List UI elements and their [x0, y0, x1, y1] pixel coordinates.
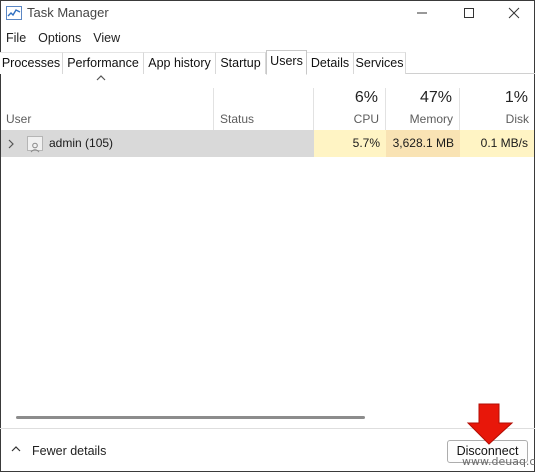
column-user-label: User: [6, 112, 32, 126]
tab-strip: Processes Performance App history Startu…: [0, 50, 535, 75]
table-row[interactable]: admin (105) 5.7% 3,628.1 MB 0.1 MB/s: [1, 130, 534, 157]
minimize-button[interactable]: [400, 0, 444, 26]
menu-file[interactable]: File: [0, 28, 32, 48]
tab-details[interactable]: Details: [307, 52, 354, 74]
column-status-label: Status: [220, 112, 255, 126]
disk-total-percent: 1%: [504, 89, 528, 106]
task-manager-app-icon: [6, 6, 22, 20]
menu-view[interactable]: View: [87, 28, 126, 48]
expand-chevron-icon[interactable]: [7, 139, 15, 149]
cpu-cell: 5.7%: [314, 130, 386, 157]
column-user[interactable]: User: [0, 88, 214, 130]
tab-processes[interactable]: Processes: [0, 52, 63, 74]
chevron-up-icon[interactable]: [10, 445, 22, 453]
tab-users[interactable]: Users: [266, 50, 307, 75]
footer-bar: Fewer details Disconnect: [0, 428, 535, 472]
column-memory-label: Memory: [409, 112, 453, 126]
user-name: admin (105): [49, 136, 114, 150]
maximize-button[interactable]: [447, 0, 491, 26]
memory-cell: 3,628.1 MB: [386, 130, 460, 157]
horizontal-scrollbar[interactable]: [16, 416, 365, 419]
memory-total-percent: 47%: [419, 89, 452, 106]
menu-options[interactable]: Options: [32, 28, 87, 48]
watermark: www.deuaq.com: [462, 455, 535, 468]
column-cpu[interactable]: 6% CPU: [314, 88, 386, 130]
close-button[interactable]: [492, 0, 535, 26]
column-disk-label: Disk: [505, 112, 529, 126]
disk-cell: 0.1 MB/s: [460, 130, 534, 157]
tab-app-history[interactable]: App history: [144, 52, 216, 74]
column-cpu-label: CPU: [353, 112, 379, 126]
tab-services[interactable]: Services: [354, 52, 406, 74]
cpu-total-percent: 6%: [354, 89, 378, 106]
user-cell: admin (105): [1, 130, 314, 157]
minimize-icon: [417, 12, 427, 14]
sort-ascending-icon: [96, 75, 106, 81]
menu-bar: File Options View: [0, 28, 126, 48]
red-arrow-down-icon: [466, 403, 514, 445]
user-icon: [27, 136, 43, 153]
title-bar: Task Manager: [0, 0, 535, 26]
close-icon: [508, 7, 520, 19]
fewer-details-link[interactable]: Fewer details: [32, 444, 106, 458]
column-header-row: User Status 6% CPU 47% Memory 1% Disk: [0, 74, 535, 130]
tab-performance[interactable]: Performance: [63, 52, 144, 74]
column-status[interactable]: Status: [214, 88, 314, 130]
tab-startup[interactable]: Startup: [216, 52, 266, 74]
column-memory[interactable]: 47% Memory: [386, 88, 460, 130]
maximize-icon: [464, 8, 474, 18]
window-title: Task Manager: [27, 5, 109, 20]
column-disk[interactable]: 1% Disk: [460, 88, 535, 130]
